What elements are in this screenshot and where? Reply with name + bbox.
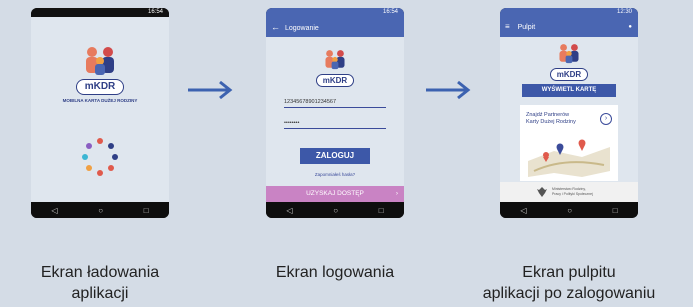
map-illustration [528, 139, 610, 177]
caption-line-1: Ekran ładowania [40, 264, 160, 281]
caption-line-2: aplikacji po zalogowaniu [482, 285, 656, 302]
caption-dashboard-screen: Ekran pulpitu aplikacji po zalogowaniu [469, 262, 669, 304]
status-time: 16:54 [147, 9, 163, 15]
phone-dashboard-screen: 12:30 ≡ Pulpit ● mKDR WYŚWIETL KARTĘ Zna… [500, 8, 638, 218]
chevron-right-icon[interactable]: › [600, 113, 612, 125]
loading-spinner-icon [82, 138, 118, 176]
app-bar: ≡ Pulpit ● [500, 17, 638, 37]
app-bar: ← Logowanie [266, 17, 404, 37]
mkdr-logo: mKDR [76, 79, 124, 95]
app-subtitle: MOBILNA KARTA DUŻEJ RODZINY [62, 98, 138, 103]
menu-icon[interactable]: ≡ [505, 22, 510, 31]
family-illustration [86, 47, 114, 75]
status-time: 16:54 [382, 9, 398, 15]
mkdr-logo: mKDR [316, 74, 354, 87]
login-button[interactable]: ZALOGUJ [300, 148, 370, 164]
partners-line-2: Karty Dużej Rodziny [526, 119, 576, 125]
android-navbar: ◁ ○ □ [266, 202, 404, 218]
forgot-password-link[interactable]: Zapomniałeś hasła? [266, 172, 404, 177]
get-access-label: UZYSKAJ DOSTĘP [306, 190, 364, 197]
status-time: 12:30 [616, 9, 632, 15]
mkdr-logo: mKDR [550, 68, 588, 81]
android-navbar: ◁ ○ □ [31, 202, 169, 218]
back-nav-icon[interactable]: ◁ [51, 206, 57, 215]
chevron-right-icon: › [395, 190, 398, 197]
back-nav-icon[interactable]: ◁ [520, 206, 526, 215]
get-access-button[interactable]: UZYSKAJ DOSTĘP › [266, 186, 404, 202]
arrow-right-icon [426, 80, 471, 100]
recent-nav-icon[interactable]: □ [144, 206, 149, 215]
ministry-line-2: Pracy i Polityki Społecznej [552, 191, 593, 196]
login-input[interactable]: 12345678901234567 [284, 97, 386, 108]
screen-content: ≡ Pulpit ● mKDR WYŚWIETL KARTĘ Znajdź Pa… [500, 17, 638, 202]
caption-loading-screen: Ekran ładowania aplikacji [0, 262, 200, 304]
partners-card[interactable]: Znajdź Partnerów Karty Dużej Rodziny › [520, 105, 618, 181]
status-bar: 16:54 [266, 8, 404, 17]
android-navbar: ◁ ○ □ [500, 202, 638, 218]
phone-loading-screen: 16:54 mKDR MOBILNA KARTA DUŻEJ RODZINY ◁… [31, 8, 169, 218]
caption-line-2: aplikacji [71, 285, 129, 302]
show-card-button[interactable]: WYŚWIETL KARTĘ [522, 84, 616, 97]
eagle-emblem-icon [537, 187, 547, 197]
arrow-right-icon [188, 80, 233, 100]
app-bar-title: Logowanie [284, 25, 319, 32]
back-nav-icon[interactable]: ◁ [286, 206, 292, 215]
partners-line-1: Znajdź Partnerów [526, 112, 570, 118]
ministry-name: Ministerstwo Rodziny, Pracy i Polityki S… [552, 187, 593, 196]
home-nav-icon[interactable]: ○ [333, 206, 338, 215]
partners-card-text: Znajdź Partnerów Karty Dużej Rodziny [526, 112, 576, 126]
caption-line-1: Ekran logowania [275, 264, 395, 281]
screen-content: ← Logowanie mKDR 12345678901234567 •••••… [266, 17, 404, 202]
status-bar: 12:30 [500, 8, 638, 17]
app-bar-title: Pulpit [517, 24, 536, 31]
bell-icon[interactable]: ● [628, 17, 632, 37]
family-illustration [325, 50, 345, 70]
home-nav-icon[interactable]: ○ [98, 206, 103, 215]
phone-login-screen: 16:54 ← Logowanie mKDR 12345678901234567… [266, 8, 404, 218]
home-nav-icon[interactable]: ○ [567, 206, 572, 215]
back-arrow-icon[interactable]: ← [271, 22, 280, 32]
ministry-footer: Ministerstwo Rodziny, Pracy i Polityki S… [500, 182, 638, 202]
caption-line-1: Ekran pulpitu [522, 264, 616, 281]
family-illustration [559, 44, 579, 64]
recent-nav-icon[interactable]: □ [613, 206, 618, 215]
screen-content: mKDR MOBILNA KARTA DUŻEJ RODZINY [31, 17, 169, 202]
recent-nav-icon[interactable]: □ [379, 206, 384, 215]
password-input[interactable]: •••••••• [284, 118, 386, 129]
status-bar: 16:54 [31, 8, 169, 17]
caption-login-screen: Ekran logowania [235, 262, 435, 283]
